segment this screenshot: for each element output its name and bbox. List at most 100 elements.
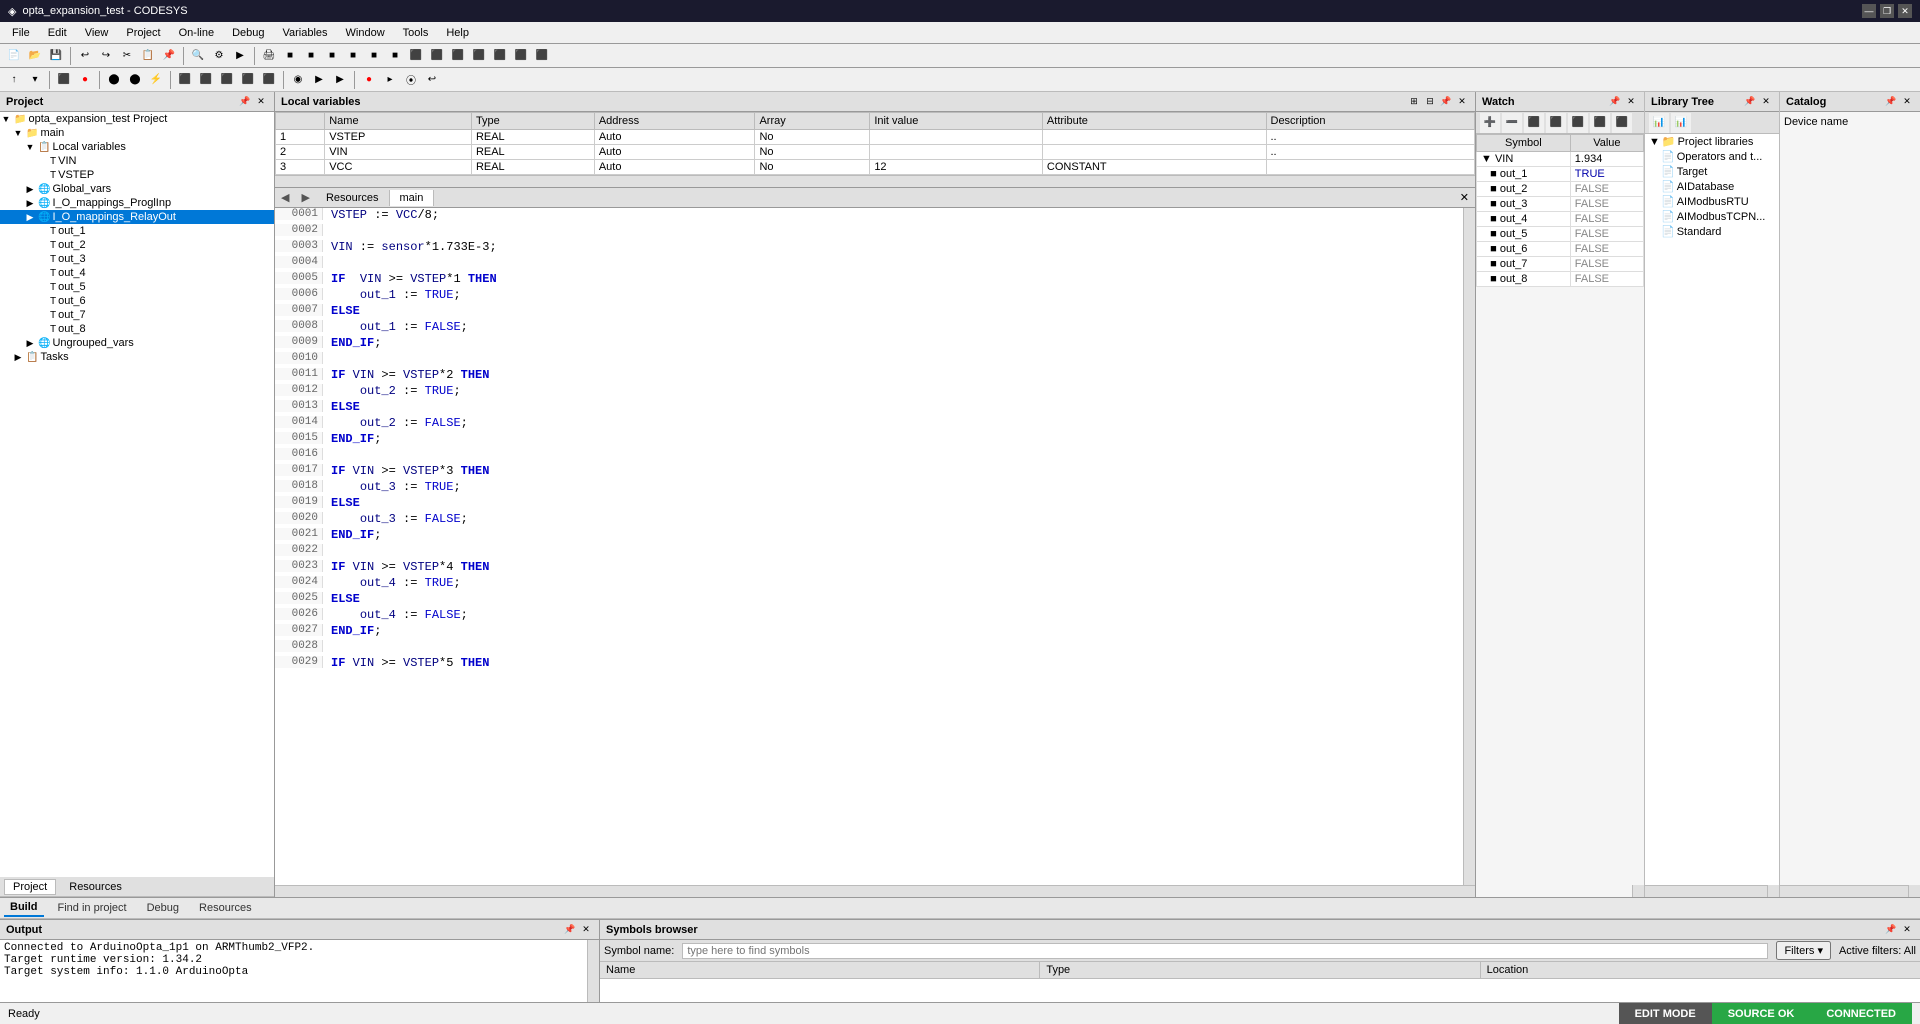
bottom-tab-debug[interactable]: Debug: [141, 900, 185, 916]
line-content[interactable]: END_IF;: [323, 336, 389, 350]
watch-row[interactable]: ■ out_7FALSE: [1477, 257, 1644, 272]
tb-c12[interactable]: ⬛: [511, 46, 531, 66]
symbols-pin[interactable]: 📌: [1884, 923, 1898, 937]
watch-row[interactable]: ■ out_8FALSE: [1477, 272, 1644, 287]
line-content[interactable]: VSTEP := VCC/8;: [323, 208, 447, 222]
library-item[interactable]: 📄Operators and t...: [1645, 149, 1779, 164]
redo-btn[interactable]: ↪: [96, 46, 116, 66]
library-close[interactable]: ✕: [1759, 95, 1773, 109]
save-btn[interactable]: 💾: [46, 46, 66, 66]
watch-add[interactable]: ➕: [1480, 113, 1500, 133]
tree-item-i-o-mappings-relayout[interactable]: ▶🌐I_O_mappings_RelayOut: [0, 210, 274, 224]
tb-c5[interactable]: ■: [364, 46, 384, 66]
local-var-pin[interactable]: 📌: [1439, 95, 1453, 109]
tb-c13[interactable]: ⬛: [532, 46, 552, 66]
tree-item-opta-expansion-test-project[interactable]: ▼📁opta_expansion_test Project: [0, 112, 274, 126]
tb-btn-a[interactable]: ⚙: [209, 46, 229, 66]
line-content[interactable]: END_IF;: [323, 432, 389, 446]
watch-close[interactable]: ✕: [1624, 95, 1638, 109]
tree-item-out-1[interactable]: Tout_1: [0, 224, 274, 238]
library-item[interactable]: 📄AIModbusRTU: [1645, 194, 1779, 209]
line-content[interactable]: out_2 := TRUE;: [323, 384, 469, 398]
tb2-n[interactable]: ▶: [330, 70, 350, 90]
bottom-tab-build[interactable]: Build: [4, 899, 44, 917]
tb-c9[interactable]: ⬛: [448, 46, 468, 66]
tb2-stop[interactable]: ●: [75, 70, 95, 90]
tree-item-out-8[interactable]: Tout_8: [0, 322, 274, 336]
library-item[interactable]: ▼📁Project libraries: [1645, 134, 1779, 149]
tb2-m[interactable]: ▶: [309, 70, 329, 90]
tree-expand-icon[interactable]: ▼: [24, 141, 36, 153]
menu-item-window[interactable]: Window: [338, 25, 393, 41]
cut-btn[interactable]: ✂: [117, 46, 137, 66]
editor-tab-main[interactable]: main: [390, 190, 435, 206]
tb-c2[interactable]: ■: [301, 46, 321, 66]
code-vscroll[interactable]: [1463, 208, 1475, 885]
tb2-a[interactable]: ↑: [4, 70, 24, 90]
tb2-e[interactable]: ⬤: [125, 70, 145, 90]
tree-expand-icon[interactable]: ▶: [24, 337, 36, 349]
watch-row[interactable]: ■ out_5FALSE: [1477, 227, 1644, 242]
line-content[interactable]: out_1 := TRUE;: [323, 288, 469, 302]
watch-b5[interactable]: ⬛: [1612, 113, 1632, 133]
lib-hscroll[interactable]: [1645, 885, 1767, 897]
library-item[interactable]: 📄AIModbusTCPN...: [1645, 209, 1779, 224]
line-content[interactable]: END_IF;: [323, 528, 389, 542]
watch-row[interactable]: ▼ VIN1.934: [1477, 152, 1644, 167]
maximize-button[interactable]: ❐: [1880, 4, 1894, 18]
tree-item-ungrouped-vars[interactable]: ▶🌐Ungrouped_vars: [0, 336, 274, 350]
var-row[interactable]: 3VCCREALAutoNo12CONSTANT: [276, 160, 1475, 175]
tree-item-global-vars[interactable]: ▶🌐Global_vars: [0, 182, 274, 196]
watch-row[interactable]: ■ out_2FALSE: [1477, 182, 1644, 197]
tb-c6[interactable]: ■: [385, 46, 405, 66]
menu-item-edit[interactable]: Edit: [40, 25, 75, 41]
tree-item-out-3[interactable]: Tout_3: [0, 252, 274, 266]
tb2-b[interactable]: ▾: [25, 70, 45, 90]
tb2-q[interactable]: ↩: [422, 70, 442, 90]
symbols-close[interactable]: ✕: [1900, 923, 1914, 937]
var-row[interactable]: 2VINREALAutoNo..: [276, 145, 1475, 160]
library-item[interactable]: 📄Standard: [1645, 224, 1779, 239]
tb2-d[interactable]: ⬤: [104, 70, 124, 90]
code-editor[interactable]: 0001VSTEP := VCC/8;00020003VIN := sensor…: [275, 208, 1463, 885]
tb2-h[interactable]: ⬛: [196, 70, 216, 90]
catalog-hscroll[interactable]: [1780, 885, 1908, 897]
project-tree[interactable]: ▼📁opta_expansion_test Project▼📁main▼📋Loc…: [0, 112, 274, 877]
lib-btn2[interactable]: 📊: [1671, 113, 1691, 133]
menu-item-project[interactable]: Project: [118, 25, 168, 41]
menu-item-on-line[interactable]: On-line: [171, 25, 222, 41]
project-panel-pin[interactable]: 📌: [238, 95, 252, 109]
close-button[interactable]: ✕: [1898, 4, 1912, 18]
symbol-search-input[interactable]: [682, 943, 1768, 959]
tb2-f[interactable]: ⚡: [146, 70, 166, 90]
watch-row[interactable]: ■ out_1TRUE: [1477, 167, 1644, 182]
menu-item-file[interactable]: File: [4, 25, 38, 41]
menu-item-help[interactable]: Help: [438, 25, 477, 41]
line-content[interactable]: ELSE: [323, 496, 368, 510]
editor-tab-resources[interactable]: Resources: [316, 190, 390, 206]
watch-b3[interactable]: ⬛: [1568, 113, 1588, 133]
tb2-red[interactable]: ●: [359, 70, 379, 90]
library-item[interactable]: 📄Target: [1645, 164, 1779, 179]
tree-expand-icon[interactable]: ▶: [24, 197, 36, 209]
tb-print[interactable]: 🖨: [259, 46, 279, 66]
tb-c8[interactable]: ⬛: [427, 46, 447, 66]
tree-item-out-7[interactable]: Tout_7: [0, 308, 274, 322]
watch-row[interactable]: ■ out_4FALSE: [1477, 212, 1644, 227]
line-content[interactable]: out_3 := TRUE;: [323, 480, 469, 494]
code-hscroll[interactable]: [275, 885, 1475, 897]
output-pin[interactable]: 📌: [563, 923, 577, 937]
resources-tab[interactable]: Resources: [60, 879, 131, 895]
line-content[interactable]: IF VIN >= VSTEP*2 THEN: [323, 368, 497, 382]
tb-c11[interactable]: ⬛: [490, 46, 510, 66]
tb2-l[interactable]: ◉: [288, 70, 308, 90]
tb2-k[interactable]: ⬛: [259, 70, 279, 90]
tb-btn-b[interactable]: ▶: [230, 46, 250, 66]
filters-button[interactable]: Filters ▾: [1776, 941, 1831, 960]
tree-item-i-o-mappings-proglinp[interactable]: ▶🌐I_O_mappings_ProglInp: [0, 196, 274, 210]
new-btn[interactable]: 📄: [4, 46, 24, 66]
open-btn[interactable]: 📂: [25, 46, 45, 66]
line-content[interactable]: ELSE: [323, 592, 368, 606]
watch-del[interactable]: ➖: [1502, 113, 1522, 133]
tree-item-out-6[interactable]: Tout_6: [0, 294, 274, 308]
